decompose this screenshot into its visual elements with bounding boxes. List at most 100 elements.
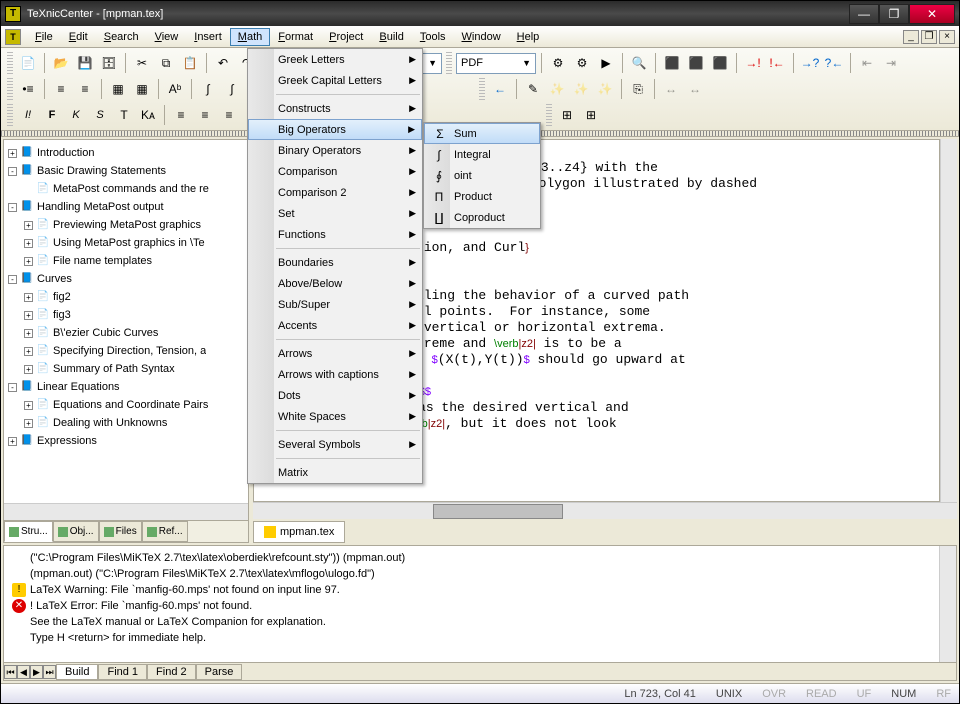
menu-view[interactable]: View [147,28,187,46]
menu-format[interactable]: Format [270,28,321,46]
wand3-icon[interactable]: ✨ [594,78,616,100]
back-icon[interactable]: ← [489,78,511,100]
left-tab-ref[interactable]: Ref... [142,521,188,542]
tree-item[interactable]: -📘Linear Equations [6,378,246,396]
tree-item[interactable]: -📘Basic Drawing Statements [6,162,246,180]
tree-item[interactable]: +📘Expressions [6,432,246,450]
file-tab[interactable]: mpman.tex [253,521,345,543]
math-menu-comparison[interactable]: Comparison▶ [248,161,422,182]
minimize-button[interactable]: — [849,4,879,24]
tree-item[interactable]: +📄Previewing MetaPost graphics [6,216,246,234]
menu-help[interactable]: Help [509,28,548,46]
app-menu-icon[interactable]: T [5,29,21,45]
left-tab-files[interactable]: Files [99,521,142,542]
bigop-coproduct[interactable]: ∐Coproduct [424,207,540,228]
compile-icon[interactable]: ▶ [595,52,617,74]
menu-project[interactable]: Project [321,28,371,46]
copy-icon[interactable]: ⧉ [155,52,177,74]
bigop-product[interactable]: ΠProduct [424,186,540,207]
prev-err-icon[interactable]: !← [766,52,788,74]
tree-item[interactable]: +📄Dealing with Unknowns [6,414,246,432]
bold-icon[interactable]: F [41,104,63,126]
menu-insert[interactable]: Insert [186,28,230,46]
tree-item[interactable]: +📄File name templates [6,252,246,270]
menu-edit[interactable]: Edit [61,28,96,46]
stop-icon[interactable]: ⬛ [661,52,683,74]
k-icon[interactable]: K [65,104,87,126]
menu-tools[interactable]: Tools [412,28,454,46]
build-icon[interactable]: ⚙ [547,52,569,74]
output-vscroll[interactable] [939,546,956,662]
tt-icon[interactable]: T [113,104,135,126]
math-menu-big-operators[interactable]: Big Operators▶ [248,119,422,140]
output-tab-find1[interactable]: Find 1 [98,664,147,680]
tree-hscroll[interactable] [4,503,248,520]
wand-icon[interactable]: ✨ [546,78,568,100]
menu-window[interactable]: Window [454,28,509,46]
left-tab-stru[interactable]: Stru... [4,521,53,542]
open-icon[interactable]: 📂 [50,52,72,74]
help-nav2-icon[interactable]: ?← [823,52,845,74]
indent-icon[interactable]: ⇥ [880,52,902,74]
bigop-integral[interactable]: ∫Integral [424,144,540,165]
output-combo[interactable]: PDF▼ [456,53,536,74]
next-err-icon[interactable]: →! [742,52,764,74]
tool2-icon[interactable]: ⬛ [685,52,707,74]
nav-next-icon[interactable]: ▶ [30,665,43,679]
nav-prev-icon[interactable]: ◀ [17,665,30,679]
formula2-icon[interactable]: ∫ [221,78,243,100]
table2-icon[interactable]: ▦ [131,78,153,100]
math-menu-sub/super[interactable]: Sub/Super▶ [248,294,422,315]
mdi-minimize[interactable]: _ [903,30,919,44]
math-menu-accents[interactable]: Accents▶ [248,315,422,336]
save-all-icon[interactable]: 🗄 [98,52,120,74]
math-menu-several-symbols[interactable]: Several Symbols▶ [248,434,422,455]
math-menu-comparison-2[interactable]: Comparison 2▶ [248,182,422,203]
sym4-icon[interactable]: ⊞ [580,104,602,126]
align-center-icon[interactable]: ≡ [194,104,216,126]
numlist-icon[interactable]: ≡ [74,78,96,100]
build-view-icon[interactable]: ⚙ [571,52,593,74]
cut-icon[interactable]: ✂ [131,52,153,74]
tree-item[interactable]: 📄MetaPost commands and the re [6,180,246,198]
math-menu-functions[interactable]: Functions▶ [248,224,422,245]
tree-item[interactable]: +📄Using MetaPost graphics in \Te [6,234,246,252]
tree-item[interactable]: +📄Summary of Path Syntax [6,360,246,378]
new-doc-icon[interactable]: 📄 [17,52,39,74]
tree-item[interactable]: +📘Introduction [6,144,246,162]
tree-item[interactable]: -📘Curves [6,270,246,288]
tree-item[interactable]: +📄fig2 [6,288,246,306]
tree-item[interactable]: +📄fig3 [6,306,246,324]
nav-first-icon[interactable]: ⏮ [4,665,17,679]
menu-file[interactable]: File [27,28,61,46]
tree-item[interactable]: +📄Equations and Coordinate Pairs [6,396,246,414]
outline-tree[interactable]: +📘Introduction-📘Basic Drawing Statements… [4,140,248,503]
list-icon[interactable]: ≡ [50,78,72,100]
view-output-icon[interactable]: 🔍 [628,52,650,74]
close-button[interactable]: ✕ [909,4,955,24]
sym1-icon[interactable]: ↔ [660,78,682,100]
math-menu-greek-letters[interactable]: Greek Letters▶ [248,49,422,70]
char-icon[interactable]: Aᵇ [164,78,186,100]
menu-build[interactable]: Build [371,28,411,46]
math-menu-above/below[interactable]: Above/Below▶ [248,273,422,294]
math-menu-constructs[interactable]: Constructs▶ [248,98,422,119]
output-tab-find2[interactable]: Find 2 [147,664,196,680]
sym3-icon[interactable]: ⊞ [556,104,578,126]
goto-icon[interactable]: ⎘ [627,78,649,100]
mdi-close[interactable]: × [939,30,955,44]
menu-search[interactable]: Search [96,28,147,46]
align-left-icon[interactable]: ≡ [170,104,192,126]
paste-icon[interactable]: 📋 [179,52,201,74]
italic-icon[interactable]: I! [17,104,39,126]
menu-math[interactable]: Math [230,28,270,46]
tree-item[interactable]: +📄Specifying Direction, Tension, a [6,342,246,360]
output-tab-parse[interactable]: Parse [196,664,243,680]
math-menu-arrows[interactable]: Arrows▶ [248,343,422,364]
bigop-oint[interactable]: ∮oint [424,165,540,186]
bigop-sum[interactable]: ΣSum [424,123,540,144]
left-tab-obj[interactable]: Obj... [53,521,99,542]
formula-icon[interactable]: ∫ [197,78,219,100]
align-right-icon[interactable]: ≡ [218,104,240,126]
sym2-icon[interactable]: ↔ [684,78,706,100]
